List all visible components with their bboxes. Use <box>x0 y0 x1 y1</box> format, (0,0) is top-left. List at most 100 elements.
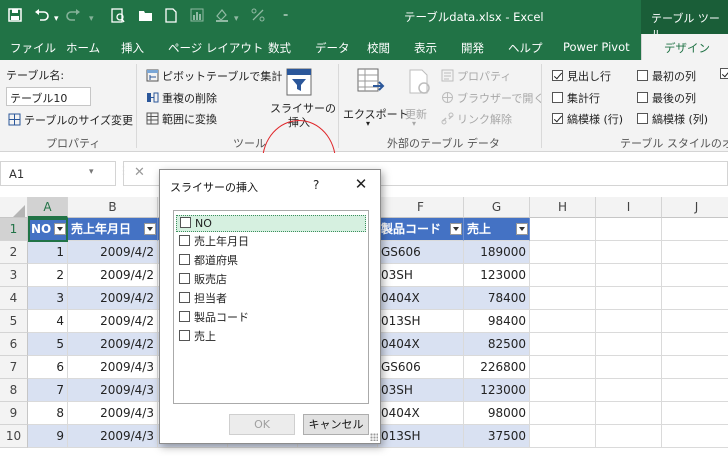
table-cell[interactable]: 013SH <box>378 310 464 333</box>
table-cell[interactable]: 0404X <box>378 402 464 425</box>
empty-cell[interactable] <box>596 287 662 310</box>
checkbox-unchecked-icon[interactable] <box>179 254 190 265</box>
help-button[interactable]: ? <box>313 178 319 192</box>
empty-cell[interactable] <box>596 402 662 425</box>
empty-cell[interactable] <box>596 218 662 241</box>
table-cell[interactable]: 98400 <box>464 310 530 333</box>
header-row-checkbox[interactable]: 見出し行 <box>552 68 611 84</box>
last-column-checkbox[interactable]: 最後の列 <box>637 90 696 106</box>
empty-cell[interactable] <box>530 333 596 356</box>
resize-table-button[interactable]: テーブルのサイズ変更 <box>8 112 133 128</box>
name-box-dropdown-icon[interactable]: ▾ <box>89 167 94 177</box>
filter-dropdown-icon[interactable] <box>144 223 156 235</box>
column-header-a[interactable]: A <box>28 197 68 218</box>
table-cell[interactable]: 2009/4/2 <box>68 287 158 310</box>
filter-button-checkbox[interactable] <box>720 68 728 81</box>
tab-design[interactable]: デザイン <box>641 34 728 61</box>
table-cell[interactable]: 013SH <box>378 425 464 448</box>
checkbox-unchecked-icon[interactable] <box>179 330 190 341</box>
empty-cell[interactable] <box>662 287 728 310</box>
convert-to-range-button[interactable]: 範囲に変換 <box>146 111 217 127</box>
table-cell[interactable]: 03SH <box>378 379 464 402</box>
empty-cell[interactable] <box>662 356 728 379</box>
table-header-cell[interactable]: 製品コード <box>378 218 464 241</box>
redo-icon[interactable] <box>65 8 81 22</box>
empty-cell[interactable] <box>662 333 728 356</box>
empty-cell[interactable] <box>530 264 596 287</box>
tab-developer[interactable]: 開発 <box>461 40 484 56</box>
table-cell[interactable]: GS606 <box>378 241 464 264</box>
new-file-icon[interactable] <box>165 8 177 23</box>
row-header[interactable]: 5 <box>0 310 28 333</box>
table-cell[interactable]: GS606 <box>378 356 464 379</box>
tab-data[interactable]: データ <box>315 40 350 56</box>
undo-icon[interactable] <box>34 8 50 22</box>
open-folder-icon[interactable] <box>138 8 154 22</box>
table-cell[interactable]: 123000 <box>464 379 530 402</box>
table-cell[interactable]: 3 <box>28 287 68 310</box>
column-header-b[interactable]: B <box>68 197 158 218</box>
undo-dropdown-icon[interactable]: ▾ <box>54 10 59 28</box>
refresh-button[interactable]: 更新 ▾ <box>402 65 434 131</box>
cancel-button[interactable]: キャンセル <box>303 414 369 435</box>
pivot-table-button[interactable]: ピボットテーブルで集計 <box>146 68 282 84</box>
table-cell[interactable]: 8 <box>28 402 68 425</box>
table-cell[interactable]: 98000 <box>464 402 530 425</box>
tab-home[interactable]: ホーム <box>66 40 100 56</box>
table-cell[interactable]: 7 <box>28 379 68 402</box>
fill-color-icon[interactable] <box>214 8 230 22</box>
empty-cell[interactable] <box>596 379 662 402</box>
table-cell[interactable]: 2009/4/2 <box>68 310 158 333</box>
table-cell[interactable]: 0404X <box>378 287 464 310</box>
row-header[interactable]: 10 <box>0 425 28 448</box>
open-in-browser-button[interactable]: ブラウザーで開く <box>441 90 544 106</box>
filter-dropdown-icon[interactable] <box>516 223 528 235</box>
empty-cell[interactable] <box>530 241 596 264</box>
filter-dropdown-icon[interactable] <box>450 223 462 235</box>
field-checkbox-item[interactable]: 担当者 <box>176 291 366 308</box>
banded-rows-checkbox[interactable]: 縞模様 (行) <box>552 111 623 127</box>
tab-insert[interactable]: 挿入 <box>121 40 144 56</box>
column-header-h[interactable]: H <box>530 197 596 218</box>
empty-cell[interactable] <box>596 241 662 264</box>
column-header-i[interactable]: I <box>596 197 662 218</box>
field-checkbox-item[interactable]: 都道府県 <box>176 253 366 270</box>
row-header[interactable]: 3 <box>0 264 28 287</box>
table-cell[interactable]: 123000 <box>464 264 530 287</box>
table-cell[interactable]: 5 <box>28 333 68 356</box>
table-cell[interactable]: 226800 <box>464 356 530 379</box>
empty-cell[interactable] <box>530 218 596 241</box>
total-row-checkbox[interactable]: 集計行 <box>552 90 600 106</box>
field-checkbox-item[interactable]: 販売店 <box>176 272 366 289</box>
close-button[interactable]: ✕ <box>350 174 372 194</box>
tab-view[interactable]: 表示 <box>414 40 437 56</box>
empty-cell[interactable] <box>596 356 662 379</box>
table-cell[interactable]: 78400 <box>464 287 530 310</box>
tab-help[interactable]: ヘルプ <box>508 40 543 56</box>
column-header-f[interactable]: F <box>378 197 464 218</box>
table-cell[interactable]: 2009/4/3 <box>68 425 158 448</box>
resize-grip-icon[interactable] <box>370 433 378 441</box>
table-cell[interactable]: 2009/4/2 <box>68 241 158 264</box>
table-cell[interactable]: 4 <box>28 310 68 333</box>
banded-columns-checkbox[interactable]: 縞模様 (列) <box>637 111 708 127</box>
table-cell[interactable]: 0404X <box>378 333 464 356</box>
percent-icon[interactable] <box>251 8 265 22</box>
checkbox-unchecked-icon[interactable] <box>179 311 190 322</box>
column-header-g[interactable]: G <box>464 197 530 218</box>
table-cell[interactable]: 2009/4/2 <box>68 264 158 287</box>
empty-cell[interactable] <box>662 218 728 241</box>
empty-cell[interactable] <box>530 287 596 310</box>
ok-button[interactable]: OK <box>229 414 295 435</box>
redo-dropdown-icon[interactable]: ▾ <box>89 10 94 28</box>
table-cell[interactable]: 03SH <box>378 264 464 287</box>
row-header[interactable]: 2 <box>0 241 28 264</box>
table-cell[interactable]: 2009/4/2 <box>68 333 158 356</box>
cancel-formula-icon[interactable]: ✕ <box>134 165 145 180</box>
table-cell[interactable]: 2009/4/3 <box>68 402 158 425</box>
empty-cell[interactable] <box>662 241 728 264</box>
empty-cell[interactable] <box>662 379 728 402</box>
table-cell[interactable]: 9 <box>28 425 68 448</box>
empty-cell[interactable] <box>662 402 728 425</box>
fill-color-dropdown-icon[interactable]: ▾ <box>234 10 239 28</box>
